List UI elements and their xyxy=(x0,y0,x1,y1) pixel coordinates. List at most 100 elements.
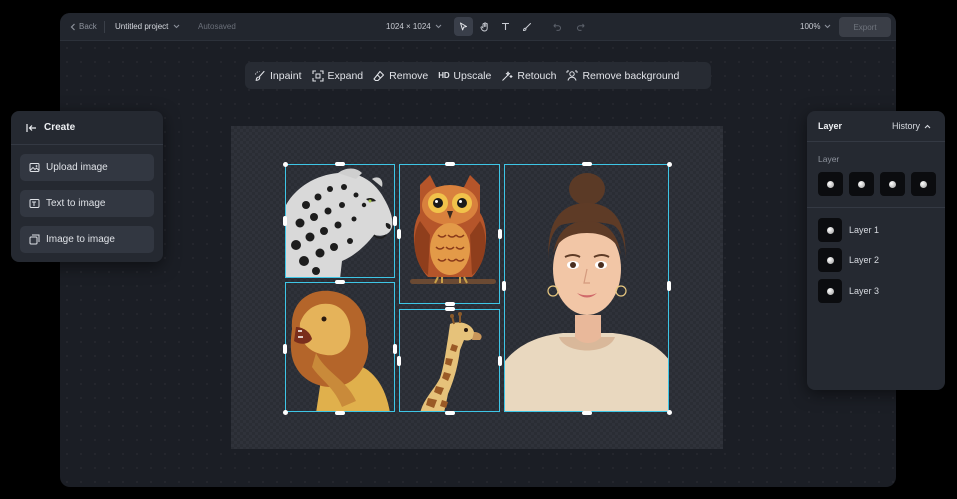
chevron-down-icon xyxy=(435,24,442,29)
canvas-size: 1024 × 1024 xyxy=(386,22,431,31)
zoom-dropdown[interactable]: 100% xyxy=(800,22,831,31)
layer-label: Layer 3 xyxy=(849,286,880,296)
layer-thumbnail[interactable] xyxy=(818,172,843,196)
inpaint-icon xyxy=(255,70,265,81)
layer-thumbnail xyxy=(818,248,842,272)
eraser-icon xyxy=(373,70,385,81)
owl-icon xyxy=(410,175,496,284)
remove-button[interactable]: Remove xyxy=(372,62,437,89)
export-button[interactable]: Export xyxy=(839,17,891,37)
girl-portrait-image[interactable] xyxy=(504,164,669,412)
owl-image[interactable] xyxy=(399,164,500,304)
hand-icon xyxy=(480,21,488,31)
image-to-image-icon xyxy=(29,234,40,245)
upscale-button[interactable]: HD Upscale xyxy=(437,62,500,89)
collapse-left-icon xyxy=(26,123,36,132)
layer-item[interactable]: Layer 1 xyxy=(818,218,879,242)
expand-button[interactable]: Expand xyxy=(311,62,373,89)
text-to-image-button[interactable]: Text to image xyxy=(20,190,154,217)
hand-tool-button[interactable] xyxy=(475,17,494,36)
text-to-image-icon xyxy=(29,199,40,208)
layer-dot-icon xyxy=(827,180,834,188)
divider xyxy=(11,144,163,145)
retouch-label: Retouch xyxy=(517,69,557,82)
undo-icon xyxy=(553,23,561,31)
upload-image-label: Upload image xyxy=(46,162,108,173)
history-controls xyxy=(548,17,590,36)
select-tool-button[interactable] xyxy=(454,17,473,36)
create-panel: Create Upload image Text to image Image … xyxy=(11,111,163,262)
chevron-up-icon xyxy=(924,124,931,128)
project-name: Untitled project xyxy=(115,22,169,31)
layer-thumbnail[interactable] xyxy=(911,172,936,196)
layer-thumbnail[interactable] xyxy=(849,172,874,196)
leopard-icon xyxy=(286,168,393,277)
brush-tool-button[interactable] xyxy=(517,17,536,36)
back-button[interactable]: Back xyxy=(70,22,97,31)
inpaint-button[interactable]: Inpaint xyxy=(253,62,311,89)
layer-thumbnail xyxy=(818,279,842,303)
expand-icon xyxy=(311,69,324,82)
chevron-down-icon xyxy=(825,24,831,29)
layer-section-label: Layer xyxy=(818,154,840,164)
canvas-size-dropdown[interactable]: 1024 × 1024 xyxy=(386,22,442,31)
expand-label: Expand xyxy=(327,69,364,82)
retouch-icon xyxy=(502,71,513,81)
create-panel-title: Create xyxy=(44,122,76,133)
canvas-artboard[interactable] xyxy=(231,126,723,449)
history-toggle[interactable]: History xyxy=(892,121,931,131)
project-name-dropdown[interactable]: Untitled project xyxy=(115,22,180,31)
layer-dot-icon xyxy=(826,287,834,295)
layer-dot-icon xyxy=(858,180,865,188)
ai-action-bar: Inpaint Expand Remove HD Upscale Retouch… xyxy=(245,62,711,89)
layer-thumbnails xyxy=(818,172,936,196)
undo-button[interactable] xyxy=(548,17,567,36)
remove-label: Remove xyxy=(389,69,429,82)
divider xyxy=(807,207,945,208)
canvas-tools xyxy=(454,17,536,36)
text-to-image-label: Text to image xyxy=(46,198,106,209)
layer-thumbnail[interactable] xyxy=(880,172,905,196)
brush-icon xyxy=(522,22,531,31)
back-label: Back xyxy=(79,22,97,31)
upload-image-icon xyxy=(29,163,40,172)
layer-dot-icon xyxy=(826,256,834,264)
text-icon xyxy=(502,22,509,30)
autosave-status: Autosaved xyxy=(198,22,236,31)
giraffe-image[interactable] xyxy=(399,309,500,412)
layer-label: Layer 1 xyxy=(849,225,880,235)
inpaint-label: Inpaint xyxy=(270,69,302,82)
divider xyxy=(807,141,945,142)
lion-icon xyxy=(290,290,390,411)
redo-icon xyxy=(577,23,585,31)
remove-background-icon xyxy=(567,70,578,81)
layer-dot-icon xyxy=(826,226,834,234)
lion-image[interactable] xyxy=(285,282,395,412)
create-panel-header[interactable]: Create xyxy=(26,122,75,133)
upload-image-button[interactable]: Upload image xyxy=(20,154,154,181)
layer-dot-icon xyxy=(920,180,927,188)
text-tool-button[interactable] xyxy=(496,17,515,36)
leopard-image[interactable] xyxy=(285,164,395,278)
retouch-button[interactable]: Retouch xyxy=(500,62,565,89)
layer-label: Layer 2 xyxy=(849,255,880,265)
redo-button[interactable] xyxy=(571,17,590,36)
image-to-image-button[interactable]: Image to image xyxy=(20,226,154,253)
layer-item[interactable]: Layer 2 xyxy=(818,248,879,272)
top-toolbar: Back Untitled project Autosaved 1024 × 1… xyxy=(60,13,896,41)
history-label: History xyxy=(892,121,921,131)
layer-thumbnail xyxy=(818,218,842,242)
divider xyxy=(104,21,105,33)
zoom-level: 100% xyxy=(800,22,821,31)
chevron-left-icon xyxy=(70,23,75,30)
hd-icon: HD xyxy=(438,71,450,80)
giraffe-icon xyxy=(420,312,482,411)
portrait-icon xyxy=(505,173,668,411)
upscale-label: Upscale xyxy=(453,69,492,82)
image-to-image-label: Image to image xyxy=(46,234,115,245)
cursor-icon xyxy=(460,22,467,30)
remove-background-button[interactable]: Remove background xyxy=(565,62,688,89)
layer-panel-title: Layer xyxy=(818,121,843,131)
layer-item[interactable]: Layer 3 xyxy=(818,279,879,303)
remove-background-label: Remove background xyxy=(582,69,680,82)
